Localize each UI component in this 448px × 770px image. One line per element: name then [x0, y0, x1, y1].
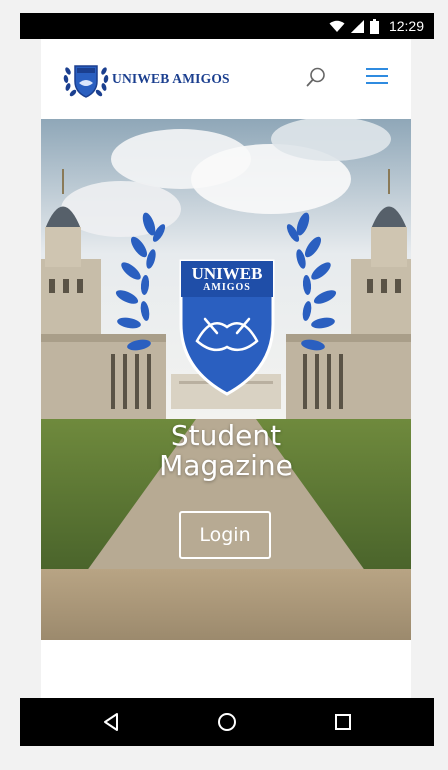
- crest-logo-icon: [63, 65, 109, 98]
- crest-text: UNIWEB AMIGOS: [181, 264, 273, 295]
- recents-icon: [335, 714, 351, 730]
- recents-button[interactable]: [331, 710, 355, 734]
- wifi-icon: [329, 20, 345, 32]
- hamburger-menu-icon: [366, 68, 388, 70]
- phone-screen: 12:29 UNIWEB AMIGOS UNIWEB AMIGOS Studen…: [20, 13, 434, 746]
- back-button[interactable]: [100, 710, 124, 734]
- hero-title: Student Magazine: [41, 421, 411, 481]
- back-icon: [104, 713, 118, 731]
- crest-text-line2: AMIGOS: [203, 282, 251, 293]
- hero-title-line1: Student: [170, 419, 282, 452]
- signal-icon: [350, 19, 364, 33]
- hero-section: UNIWEB AMIGOS Student Magazine Login: [41, 119, 411, 640]
- status-bar: 12:29: [20, 13, 434, 39]
- site-header: UNIWEB AMIGOS: [41, 39, 411, 120]
- search-button[interactable]: [305, 66, 327, 88]
- login-button[interactable]: Login: [179, 511, 271, 559]
- android-nav-bar: [20, 698, 434, 746]
- hero-background-image: [41, 119, 411, 640]
- search-icon: [306, 67, 325, 87]
- home-icon: [218, 713, 236, 731]
- crest-text-line1: UNIWEB: [191, 264, 263, 283]
- home-button[interactable]: [215, 710, 239, 734]
- web-page: UNIWEB AMIGOS UNIWEB AMIGOS Student Maga…: [41, 39, 411, 699]
- status-time: 12:29: [388, 18, 424, 34]
- battery-icon: [369, 18, 379, 34]
- hero-title-line2: Magazine: [159, 449, 293, 482]
- site-logo[interactable]: UNIWEB AMIGOS: [63, 59, 230, 99]
- menu-button[interactable]: [366, 68, 388, 86]
- logo-text: UNIWEB AMIGOS: [112, 71, 230, 86]
